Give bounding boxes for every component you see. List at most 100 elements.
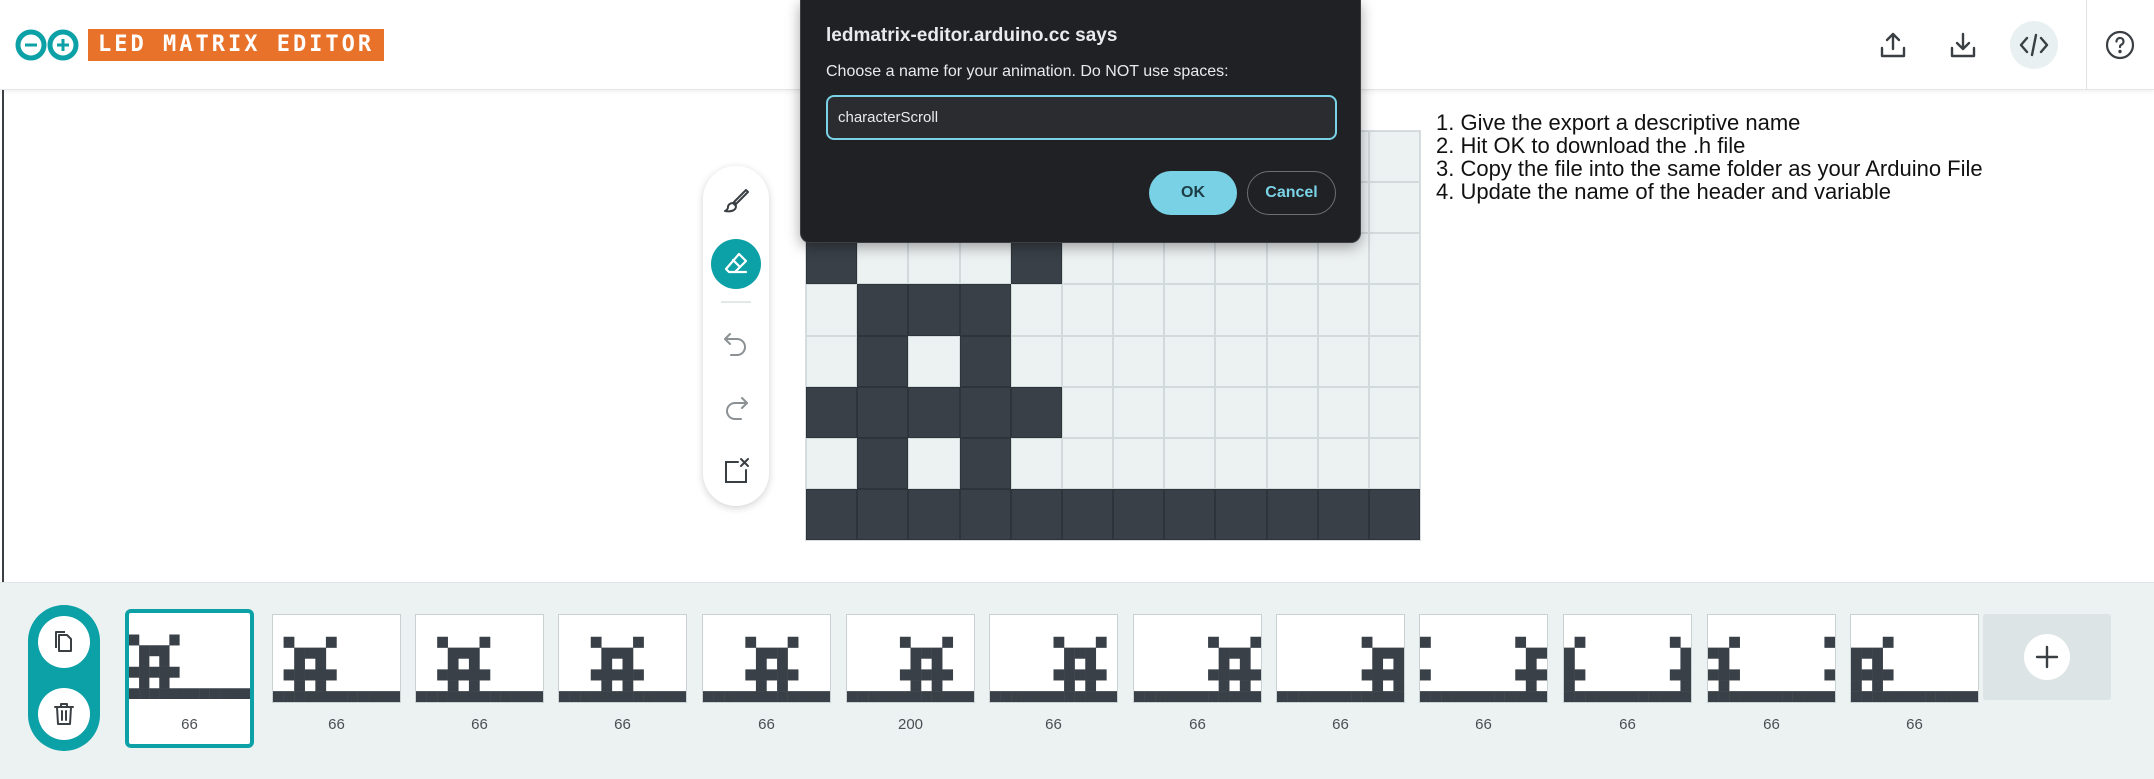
help-button[interactable] bbox=[2096, 21, 2144, 69]
led-cell[interactable] bbox=[959, 437, 1011, 489]
led-cell[interactable] bbox=[908, 284, 960, 336]
led-cell[interactable] bbox=[1010, 335, 1062, 387]
led-cell[interactable] bbox=[908, 386, 960, 438]
frame-duration-label[interactable]: 66 bbox=[1133, 716, 1262, 733]
led-cell[interactable] bbox=[959, 335, 1011, 387]
eraser-tool-button[interactable] bbox=[711, 239, 761, 289]
frame-duration-label[interactable]: 66 bbox=[558, 716, 687, 733]
led-cell[interactable] bbox=[1113, 386, 1165, 438]
led-cell[interactable] bbox=[857, 437, 909, 489]
clear-frame-button[interactable] bbox=[711, 446, 761, 496]
led-cell[interactable] bbox=[857, 386, 909, 438]
frame-thumbnail[interactable] bbox=[702, 614, 831, 703]
led-cell[interactable] bbox=[1113, 284, 1165, 336]
led-cell[interactable] bbox=[1368, 335, 1420, 387]
frame-duration-label[interactable]: 66 bbox=[1563, 716, 1692, 733]
frame-thumbnail[interactable] bbox=[1419, 614, 1548, 703]
download-button[interactable] bbox=[1939, 21, 1987, 69]
led-cell[interactable] bbox=[1215, 284, 1267, 336]
led-cell[interactable] bbox=[1317, 335, 1369, 387]
frame-duration-label[interactable]: 66 bbox=[989, 716, 1118, 733]
led-cell[interactable] bbox=[806, 335, 858, 387]
led-cell[interactable] bbox=[959, 284, 1011, 336]
led-cell[interactable] bbox=[1061, 284, 1113, 336]
frame-duration-label[interactable]: 200 bbox=[846, 716, 975, 733]
led-cell[interactable] bbox=[1317, 437, 1369, 489]
duplicate-frame-button[interactable] bbox=[38, 616, 90, 668]
led-cell[interactable] bbox=[1164, 488, 1216, 540]
led-cell[interactable] bbox=[1368, 182, 1420, 234]
frame-thumbnail[interactable] bbox=[1850, 614, 1979, 703]
undo-button[interactable] bbox=[711, 318, 761, 368]
code-export-button[interactable] bbox=[2010, 21, 2058, 69]
led-cell[interactable] bbox=[857, 488, 909, 540]
ok-button[interactable]: OK bbox=[1149, 171, 1237, 215]
cancel-button[interactable]: Cancel bbox=[1247, 171, 1336, 215]
led-cell[interactable] bbox=[1215, 437, 1267, 489]
frame-duration-label[interactable]: 66 bbox=[702, 716, 831, 733]
frame-duration-label[interactable]: 66 bbox=[415, 716, 544, 733]
frame-duration-label[interactable]: 66 bbox=[125, 716, 254, 733]
delete-frame-button[interactable] bbox=[38, 688, 90, 740]
led-cell[interactable] bbox=[1368, 233, 1420, 285]
frame-thumbnail[interactable] bbox=[1133, 614, 1262, 703]
led-cell[interactable] bbox=[1061, 488, 1113, 540]
frame-thumbnail[interactable] bbox=[846, 614, 975, 703]
led-cell[interactable] bbox=[1061, 437, 1113, 489]
frame-duration-label[interactable]: 66 bbox=[1276, 716, 1405, 733]
led-cell[interactable] bbox=[1113, 437, 1165, 489]
led-cell[interactable] bbox=[959, 386, 1011, 438]
upload-button[interactable] bbox=[1869, 21, 1917, 69]
led-cell[interactable] bbox=[1061, 335, 1113, 387]
led-cell[interactable] bbox=[1266, 335, 1318, 387]
led-cell[interactable] bbox=[1215, 488, 1267, 540]
frame-thumbnail[interactable] bbox=[415, 614, 544, 703]
redo-button[interactable] bbox=[711, 382, 761, 432]
led-cell[interactable] bbox=[1368, 437, 1420, 489]
led-cell[interactable] bbox=[1368, 386, 1420, 438]
led-cell[interactable] bbox=[1010, 437, 1062, 489]
led-cell[interactable] bbox=[806, 284, 858, 336]
animation-name-input[interactable] bbox=[826, 95, 1337, 140]
led-cell[interactable] bbox=[1113, 488, 1165, 540]
frame-duration-label[interactable]: 66 bbox=[1850, 716, 1979, 733]
led-cell[interactable] bbox=[1164, 437, 1216, 489]
led-cell[interactable] bbox=[1266, 386, 1318, 438]
led-cell[interactable] bbox=[1164, 386, 1216, 438]
led-cell[interactable] bbox=[1061, 386, 1113, 438]
led-cell[interactable] bbox=[1164, 284, 1216, 336]
arduino-logo-icon[interactable] bbox=[14, 28, 80, 62]
frame-thumbnail[interactable] bbox=[558, 614, 687, 703]
led-cell[interactable] bbox=[1317, 488, 1369, 540]
led-cell[interactable] bbox=[959, 488, 1011, 540]
led-cell[interactable] bbox=[806, 488, 858, 540]
led-cell[interactable] bbox=[1317, 386, 1369, 438]
led-cell[interactable] bbox=[1113, 335, 1165, 387]
led-cell[interactable] bbox=[1215, 335, 1267, 387]
led-cell[interactable] bbox=[857, 335, 909, 387]
brush-tool-button[interactable] bbox=[711, 176, 761, 226]
led-cell[interactable] bbox=[1317, 284, 1369, 336]
frame-thumbnail[interactable] bbox=[272, 614, 401, 703]
led-cell[interactable] bbox=[1368, 284, 1420, 336]
led-cell[interactable] bbox=[908, 488, 960, 540]
led-cell[interactable] bbox=[908, 437, 960, 489]
led-cell[interactable] bbox=[1010, 488, 1062, 540]
led-cell[interactable] bbox=[1368, 131, 1420, 183]
led-cell[interactable] bbox=[806, 437, 858, 489]
frame-duration-label[interactable]: 66 bbox=[1707, 716, 1836, 733]
led-cell[interactable] bbox=[1164, 335, 1216, 387]
led-cell[interactable] bbox=[1010, 284, 1062, 336]
add-frame-button[interactable] bbox=[1983, 614, 2111, 700]
led-cell[interactable] bbox=[1266, 437, 1318, 489]
frame-duration-label[interactable]: 66 bbox=[1419, 716, 1548, 733]
led-cell[interactable] bbox=[857, 284, 909, 336]
led-cell[interactable] bbox=[1215, 386, 1267, 438]
frame-thumbnail[interactable] bbox=[1563, 614, 1692, 703]
led-cell[interactable] bbox=[1368, 488, 1420, 540]
frame-thumbnail[interactable] bbox=[989, 614, 1118, 703]
led-cell[interactable] bbox=[908, 335, 960, 387]
frame-thumbnail[interactable] bbox=[1276, 614, 1405, 703]
led-cell[interactable] bbox=[1010, 386, 1062, 438]
frame-thumbnail[interactable] bbox=[1707, 614, 1836, 703]
